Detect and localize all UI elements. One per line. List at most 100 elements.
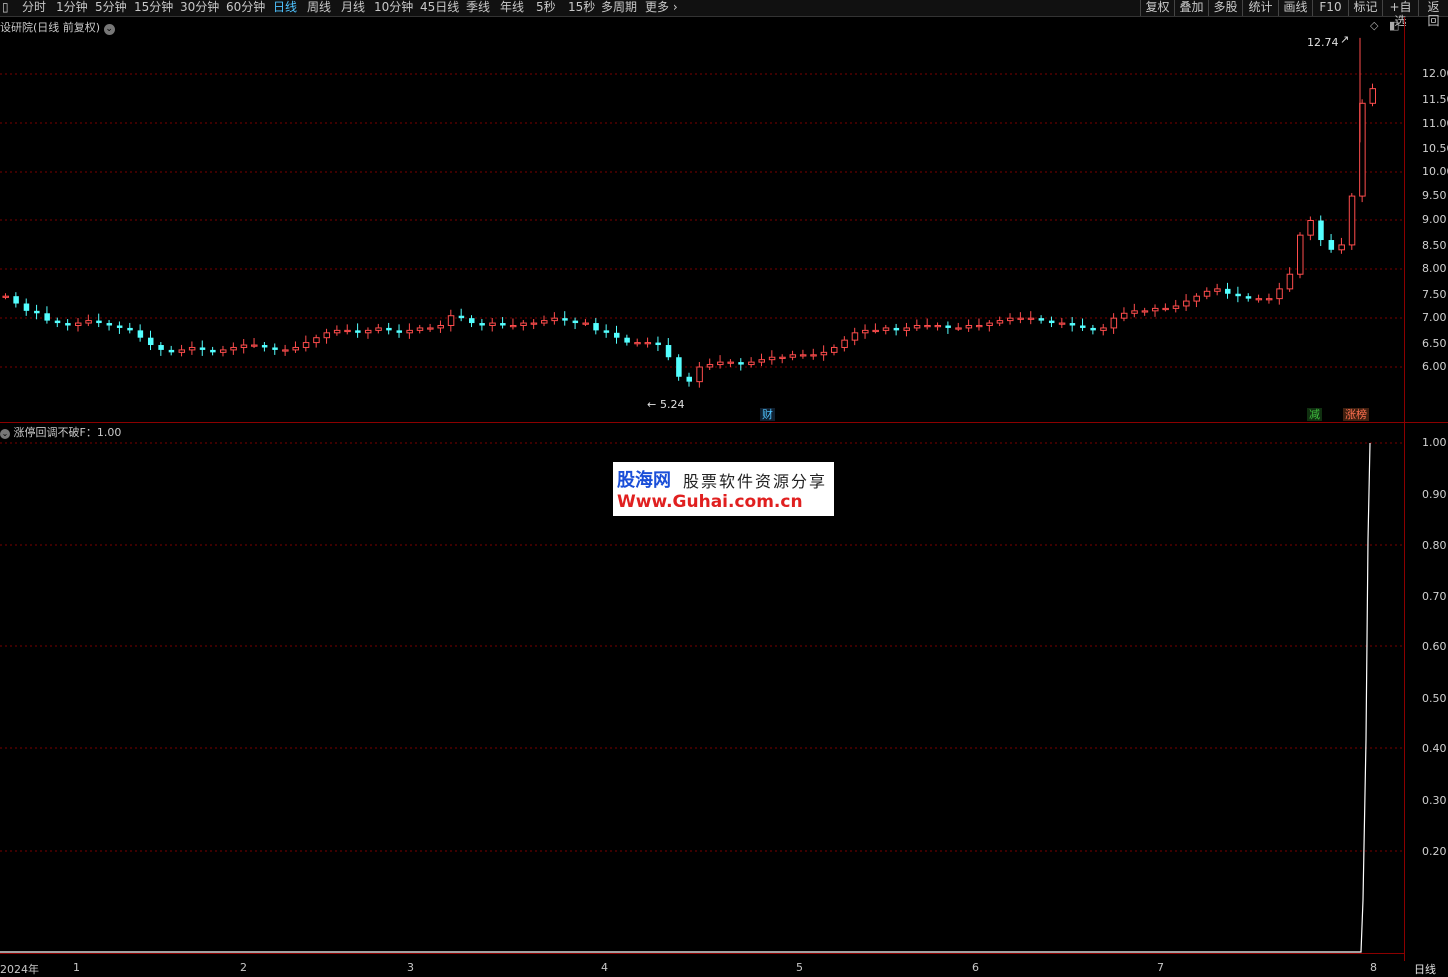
window-icon[interactable]: ◧ [1389, 19, 1399, 32]
candle-body [965, 324, 973, 329]
candle-body [562, 318, 568, 321]
indicator-tick: 0.80 [1422, 539, 1447, 552]
main-panel-title: 设研院(日线 前复权) ⌄ [0, 19, 115, 35]
candle-body [210, 349, 216, 353]
candle-body [1172, 305, 1180, 309]
candle-body [1080, 325, 1086, 328]
date-tick: 5 [796, 961, 803, 974]
candle-body [313, 337, 320, 344]
candle-body [551, 317, 558, 322]
candle-body [1286, 273, 1294, 290]
low-price-label: 5.24 [660, 398, 685, 411]
main-title-text: 设研院(日线 前复权) [0, 21, 101, 34]
limit-up-marker[interactable]: 涨榜 [1343, 408, 1369, 421]
candle-body [178, 349, 186, 353]
watermark-tagline: 股票软件资源分享 [683, 472, 828, 491]
high-price-label: 12.74 [1307, 36, 1339, 49]
candle-body [168, 349, 175, 353]
date-axis-line [0, 953, 1404, 954]
candle-body [1214, 288, 1221, 292]
candle-body [127, 327, 133, 331]
candle-body [830, 346, 838, 353]
panel-divider [0, 422, 1448, 423]
candle-body [593, 323, 599, 331]
price-tick: 10.00 [1422, 165, 1448, 178]
candle-body [158, 345, 164, 350]
candle-body [406, 329, 413, 334]
candle-body [841, 339, 848, 348]
candle-body [706, 364, 714, 368]
candle-body [872, 329, 879, 333]
candle-body [2, 295, 9, 298]
candle-body [251, 344, 258, 347]
price-tick: 9.50 [1422, 189, 1447, 202]
candle-body [799, 354, 807, 357]
candle-body [1131, 310, 1138, 314]
candle-body [686, 376, 692, 382]
date-tick: 4 [601, 961, 608, 974]
candle-body [23, 303, 30, 311]
indicator-polyline [0, 442, 1371, 953]
axis-divider [1404, 17, 1405, 961]
candle-body [1307, 220, 1314, 236]
candle-body [282, 349, 289, 352]
candle-body [199, 347, 206, 350]
candle-body [13, 296, 19, 304]
candle-body [738, 362, 744, 365]
chevron-down-icon[interactable]: ⌄ [103, 24, 115, 35]
candle-body [1245, 296, 1252, 299]
candle-body [665, 345, 672, 358]
watermark-logo: 股海网 股票软件资源分享 Www.Guhai.com.cn [613, 462, 834, 516]
candle-body [1235, 293, 1241, 297]
candle-body [634, 342, 641, 345]
candle-body [820, 351, 828, 356]
reduce-marker[interactable]: 减 [1307, 408, 1322, 421]
candle-body [541, 320, 548, 324]
candle-body [416, 327, 424, 331]
candle-body [1183, 300, 1190, 307]
candle-body [758, 359, 765, 363]
chevron-down-icon[interactable]: ⌄ [0, 429, 10, 439]
indicator-tick: 0.40 [1422, 742, 1447, 755]
candle-body [996, 320, 1004, 324]
date-tick: 3 [407, 961, 414, 974]
candle-body [727, 361, 734, 364]
candle-body [717, 361, 724, 366]
candle-body [955, 327, 962, 330]
candle-body [116, 325, 123, 328]
candle-body [1048, 320, 1055, 324]
candle-body [479, 323, 485, 326]
indicator-title-text: 涨停回调不破F：1.00 [13, 426, 122, 439]
candle-body [1090, 327, 1096, 331]
price-tick: 8.50 [1422, 239, 1447, 252]
price-tick: 11.50 [1422, 93, 1448, 106]
candle-body [96, 320, 102, 324]
candle-body [903, 327, 910, 331]
indicator-tick: 0.60 [1422, 640, 1447, 653]
candle-body [572, 320, 579, 324]
candle-body [676, 357, 682, 377]
candle-body [85, 320, 92, 324]
candle-body [934, 324, 942, 328]
candle-body [375, 327, 382, 331]
candle-body [789, 354, 797, 358]
diamond-icon[interactable]: ◇ [1370, 19, 1378, 32]
candle-body [779, 356, 786, 359]
candle-body [1338, 244, 1345, 251]
candle-body [34, 310, 40, 314]
candle-body [65, 323, 71, 326]
arrow-left-icon: ← [647, 398, 657, 411]
date-tick: 7 [1157, 961, 1164, 974]
candle-body [945, 325, 951, 328]
candle-body [582, 322, 589, 325]
candle-body [1297, 234, 1304, 275]
candle-body [333, 329, 341, 334]
candle-body [344, 329, 351, 333]
candle-body [644, 342, 652, 345]
watermark-brand: 股海网 [617, 470, 671, 491]
finance-marker[interactable]: 财 [760, 408, 775, 421]
candle-body [748, 361, 755, 366]
price-tick: 6.00 [1422, 360, 1447, 373]
candle-body [364, 329, 372, 334]
price-tick: 9.00 [1422, 213, 1447, 226]
